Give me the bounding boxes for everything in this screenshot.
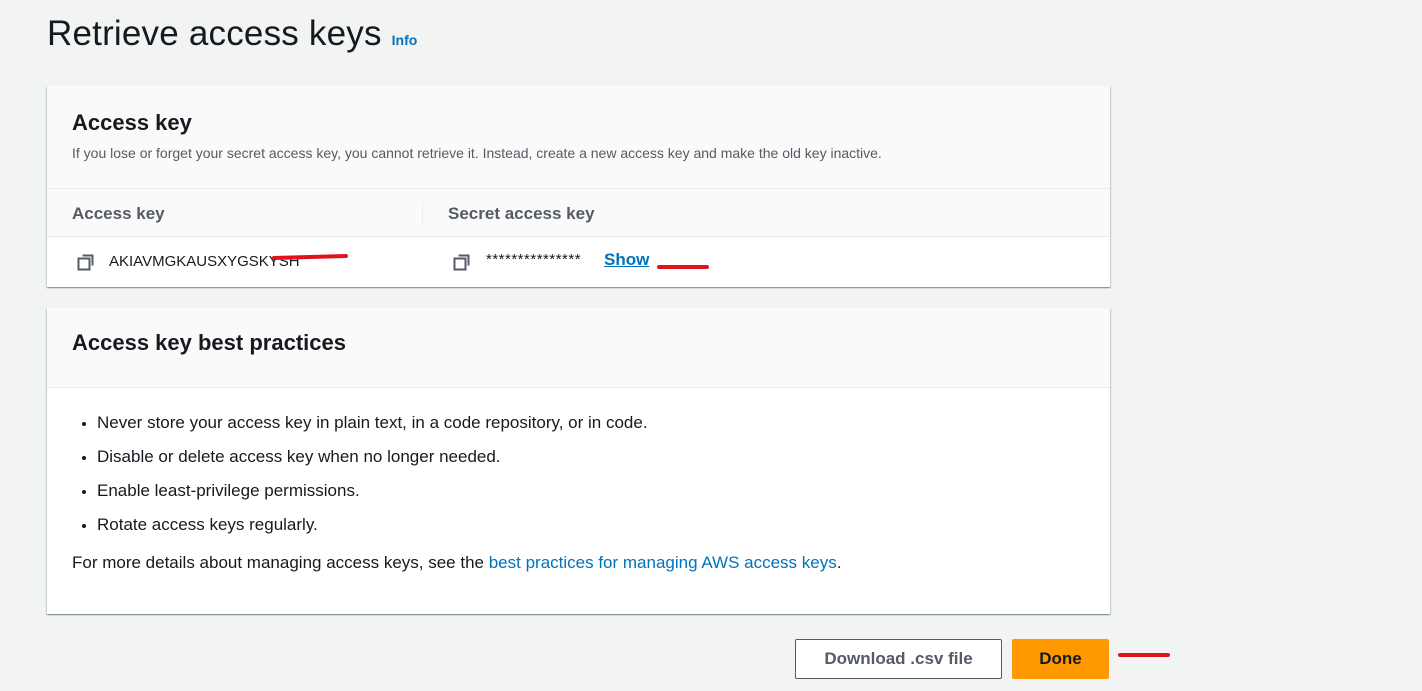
best-practices-panel-header: Access key best practices: [47, 308, 1110, 388]
key-table-header: Access key Secret access key: [47, 189, 1110, 237]
info-link[interactable]: Info: [392, 32, 418, 48]
list-item: Rotate access keys regularly.: [97, 514, 1085, 535]
best-practices-panel-title: Access key best practices: [72, 330, 346, 355]
column-header-access-key: Access key: [72, 204, 165, 223]
best-practices-footer: For more details about managing access k…: [72, 553, 1085, 573]
footer-suffix: .: [836, 553, 842, 572]
footer-prefix: For more details about managing access k…: [72, 553, 489, 572]
access-key-value: AKIAVMGKAUSXYGSKYSH: [109, 253, 300, 270]
list-item: Never store your access key in plain tex…: [97, 412, 1085, 433]
list-item: Disable or delete access key when no lon…: [97, 446, 1085, 467]
column-divider: [422, 201, 423, 225]
best-practices-panel: Access key best practices Never store yo…: [47, 308, 1110, 614]
best-practices-list: Never store your access key in plain tex…: [72, 412, 1085, 535]
access-key-panel-title: Access key: [72, 110, 192, 135]
best-practices-body: Never store your access key in plain tex…: [47, 388, 1110, 573]
page-title: Retrieve access keys: [47, 14, 382, 53]
best-practices-link[interactable]: best practices for managing AWS access k…: [489, 553, 837, 572]
annotation-mark: [657, 265, 709, 269]
access-key-panel-description: If you lose or forget your secret access…: [72, 145, 882, 161]
download-csv-button[interactable]: Download .csv file: [795, 639, 1002, 679]
access-key-panel: Access key If you lose or forget your se…: [47, 86, 1110, 287]
page-header: Retrieve access keys Info: [47, 14, 417, 54]
copy-icon[interactable]: [453, 253, 471, 271]
done-button[interactable]: Done: [1012, 639, 1109, 679]
show-secret-link[interactable]: Show: [604, 250, 649, 270]
access-key-panel-header: Access key If you lose or forget your se…: [47, 86, 1110, 189]
list-item: Enable least-privilege permissions.: [97, 480, 1085, 501]
secret-access-key-value: ***************: [486, 251, 582, 268]
column-header-secret-access-key: Secret access key: [448, 204, 595, 223]
annotation-mark: [1118, 653, 1170, 657]
copy-icon[interactable]: [77, 253, 95, 271]
redaction-mark: [271, 254, 349, 260]
key-table-row: AKIAVMGKAUSXYGSKYSH *************** Show: [47, 237, 1110, 287]
